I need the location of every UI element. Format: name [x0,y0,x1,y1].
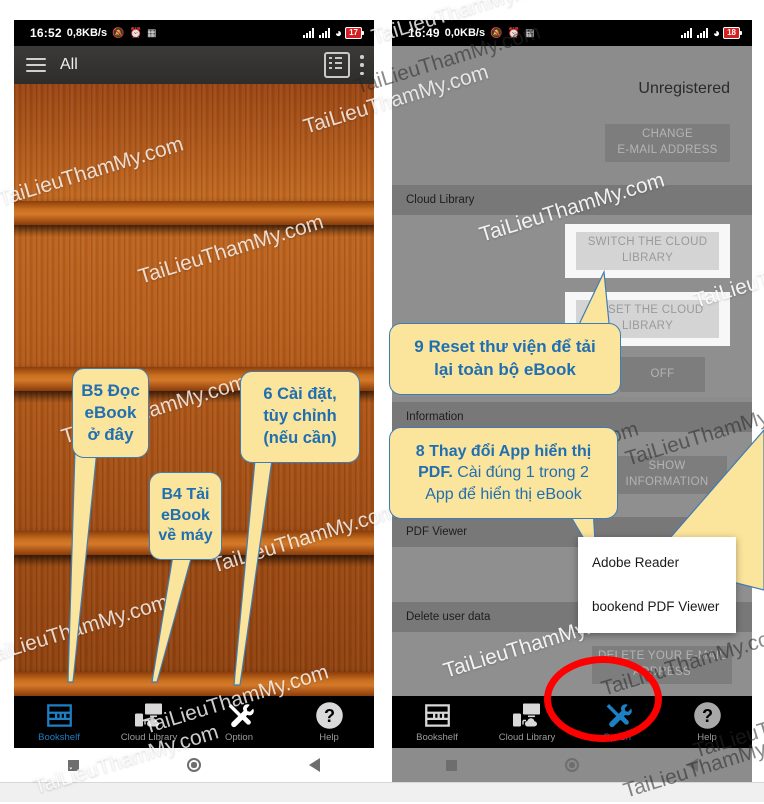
callout-9-reset-library: 9 Reset thư viện để tải lại toàn bộ eBoo… [389,323,621,395]
tail-b5 [67,449,98,683]
callout-b5-line-1: B5 Đọc [81,381,140,401]
callout-9-line-2: lại toàn bộ eBook [434,360,576,379]
pdf-viewer-dropdown[interactable]: Adobe Reader bookend PDF Viewer [578,537,736,633]
screenshot-stage: 16:52 0,8KB/s 🔕 ⏰ ▦ ◕ 17 All Bookshelf C… [0,0,764,803]
dropdown-option-adobe-reader[interactable]: Adobe Reader [592,555,679,570]
option-tab-highlight-ring [544,656,662,742]
callout-b4-download-ebook: B4 Tải eBook về máy [149,472,222,560]
callout-9-line-1: 9 Reset thư viện để tải [414,337,596,357]
callout-8-change-pdf-app: 8 Thay đổi App hiển thị PDF. Cài đúng 1 … [389,427,618,519]
dropdown-option-bookend-pdf-viewer[interactable]: bookend PDF Viewer [592,599,719,614]
callout-8-line-3: App để hiển thị eBook [425,485,582,503]
callout-b5-line-3: ở đây [87,424,134,444]
callout-6-line-3: (nếu cần) [263,428,337,447]
callout-b5-line-2: eBook [84,403,137,423]
callout-8-bold-pdf: PDF. [418,464,453,482]
callout-6-line-1: 6 Cài đặt, [263,385,337,404]
callout-6-line-2: tùy chỉnh [263,407,337,426]
callout-b4-line-1: B4 Tải [161,485,210,503]
callout-b4-line-2: eBook [161,506,210,524]
tail-b4 [151,554,193,683]
callout-b4-line-3: về máy [158,527,213,545]
callout-8-line-2: Cài đúng 1 trong 2 [457,464,589,482]
tail-opt6 [233,459,273,686]
callout-6-settings: 6 Cài đặt, tùy chỉnh (nếu cần) [240,371,360,463]
callout-8-line-1: 8 Thay đổi App hiển thị [415,443,592,461]
callout-b5-read-ebook: B5 Đọc eBook ở đây [72,368,149,458]
